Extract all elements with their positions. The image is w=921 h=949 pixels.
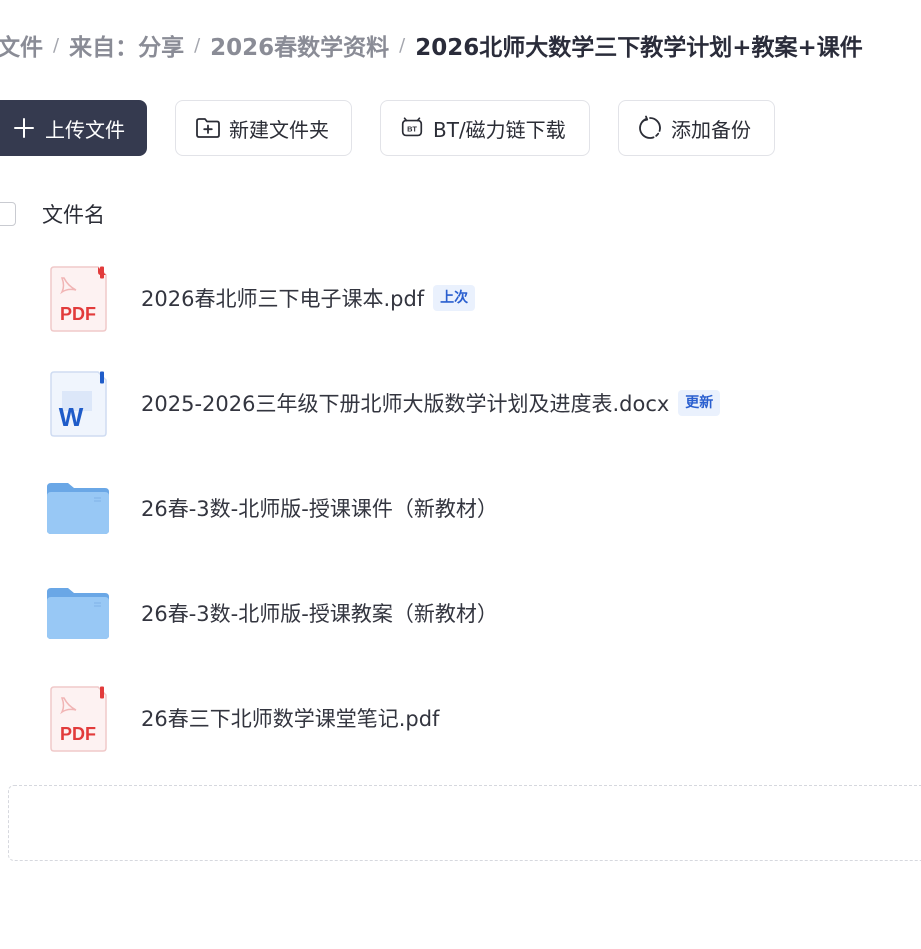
folder-plus-icon — [195, 115, 221, 141]
file-row[interactable]: 26春-3数-北师版-授课教案（新教材） — [0, 561, 921, 666]
breadcrumb-item-files[interactable]: 文件 — [0, 28, 43, 62]
file-row[interactable]: 26春-3数-北师版-授课课件（新教材） — [0, 456, 921, 561]
word-label: W — [59, 402, 84, 432]
file-name: 26春-3数-北师版-授课教案（新教材） — [141, 597, 498, 629]
breadcrumb: 文件 / 来自：分享 / 2026春数学资料 / 2026北师大数学三下教学计划… — [0, 27, 863, 63]
breadcrumb-current: 2026北师大数学三下教学计划+教案+课件 — [415, 35, 863, 61]
file-name-text: 26春三下北师数学课堂笔记.pdf — [141, 707, 440, 731]
new-folder-label: 新建文件夹 — [229, 117, 329, 142]
last-opened-badge: 上次 — [433, 285, 476, 311]
breadcrumb-separator: / — [53, 34, 60, 56]
breadcrumb-separator: / — [399, 34, 406, 56]
file-name-text: 26春-3数-北师版-授课教案（新教材） — [141, 602, 498, 626]
file-list-header: 文件名 — [0, 196, 921, 232]
add-backup-button[interactable]: 添加备份 — [618, 100, 775, 156]
new-folder-button[interactable]: 新建文件夹 — [175, 100, 352, 156]
bt-download-icon: BT — [399, 115, 425, 141]
file-name: 26春三下北师数学课堂笔记.pdf — [141, 702, 439, 734]
bt-badge-text: BT — [407, 124, 417, 133]
word-file-icon: W — [46, 369, 110, 439]
file-row[interactable]: PDF 2026春北师三下电子课本.pdf 上次 — [0, 246, 921, 351]
add-backup-label: 添加备份 — [671, 117, 751, 142]
updated-badge: 更新 — [678, 390, 721, 416]
file-name-text: 26春-3数-北师版-授课课件（新教材） — [141, 497, 498, 521]
file-row[interactable]: W 2025-2026三年级下册北师大版数学计划及进度表.docx 更新 — [0, 351, 921, 456]
plus-icon — [11, 115, 37, 141]
folder-icon — [46, 474, 110, 544]
breadcrumb-item-folder[interactable]: 2026春数学资料 — [210, 28, 389, 62]
sync-icon — [637, 115, 663, 141]
pdf-label: PDF — [60, 304, 96, 324]
folder-icon — [46, 579, 110, 649]
pdf-file-icon: PDF — [46, 264, 110, 334]
pdf-file-icon: PDF — [46, 684, 110, 754]
upload-file-button[interactable]: 上传文件 — [0, 100, 147, 156]
toolbar: 上传文件 新建文件夹 BT BT/磁力链下载 添加备份 — [0, 100, 775, 156]
bt-magnet-download-label: BT/磁力链下载 — [433, 117, 566, 142]
pdf-label: PDF — [60, 724, 96, 744]
file-row[interactable]: PDF 26春三下北师数学课堂笔记.pdf — [0, 666, 921, 771]
file-name: 26春-3数-北师版-授课课件（新教材） — [141, 492, 498, 524]
breadcrumb-item-shared[interactable]: 来自：分享 — [69, 28, 184, 62]
file-browser-page: 文件 / 来自：分享 / 2026春数学资料 / 2026北师大数学三下教学计划… — [0, 0, 921, 949]
file-name: 2025-2026三年级下册北师大版数学计划及进度表.docx 更新 — [141, 387, 721, 419]
upload-file-label: 上传文件 — [45, 117, 125, 142]
file-list: PDF 2026春北师三下电子课本.pdf 上次 W 2025-2026三年级下… — [0, 246, 921, 771]
empty-drop-area — [8, 785, 921, 861]
column-header-filename[interactable]: 文件名 — [42, 199, 105, 229]
bt-magnet-download-button[interactable]: BT BT/磁力链下载 — [380, 100, 590, 156]
breadcrumb-separator: / — [194, 34, 201, 56]
select-all-checkbox[interactable] — [0, 202, 16, 226]
file-name-text: 2025-2026三年级下册北师大版数学计划及进度表.docx — [141, 392, 670, 416]
file-name-text: 2026春北师三下电子课本.pdf — [141, 287, 425, 311]
file-name: 2026春北师三下电子课本.pdf 上次 — [141, 282, 476, 314]
